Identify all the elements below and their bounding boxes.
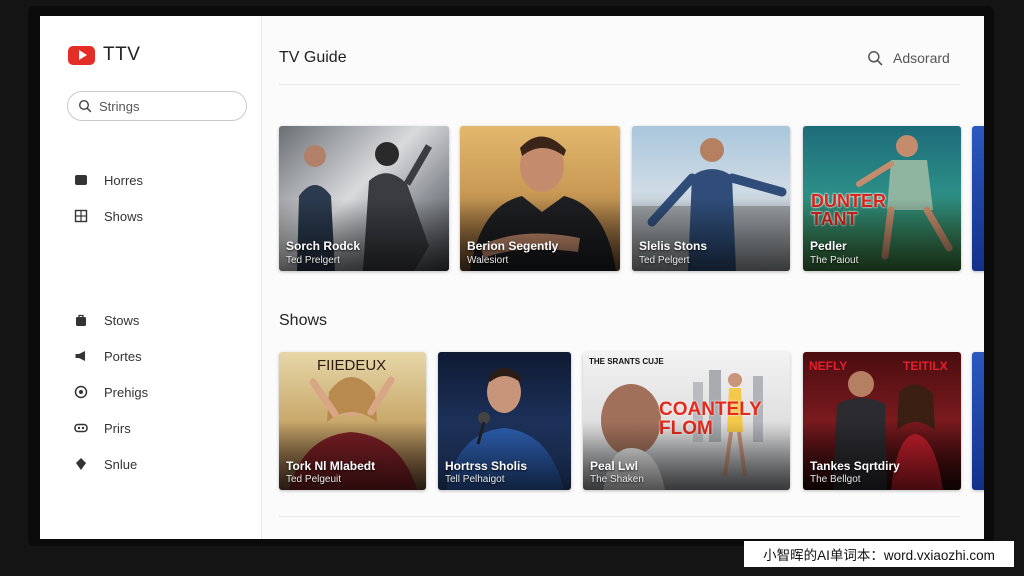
card-subtitle: Ted Prelgert [286, 255, 340, 266]
card-poster-tag: THE SRANTS CUJE [589, 357, 664, 366]
megaphone-icon [74, 349, 88, 363]
footer-divider [279, 516, 960, 517]
sidebar-item-label: Prirs [104, 420, 131, 436]
sidebar-item-label: Portes [104, 348, 142, 364]
sidebar: TTV Strings Horres Shows Stows Portes Pr… [40, 16, 262, 539]
card-subtitle: Tell Pelhaigot [445, 474, 505, 485]
gamepad-icon [74, 421, 88, 435]
bag-icon [74, 313, 88, 327]
sidebar-item-label: Snlue [104, 456, 138, 472]
sidebar-item-snlue[interactable]: Snlue [74, 454, 137, 474]
search-icon [78, 99, 92, 113]
show-card-partial[interactable] [972, 126, 984, 271]
tv-screen: TTV Strings Horres Shows Stows Portes Pr… [40, 16, 984, 539]
card-title: Berion Segently [467, 239, 559, 253]
brand[interactable]: TTV [68, 44, 140, 66]
show-card[interactable]: FIIEDEUX Tork Nl Mlabedt Ted Pelgeuit [279, 352, 426, 490]
search-icon [868, 51, 883, 66]
card-subtitle: The Shaken [590, 474, 644, 485]
pin-icon [74, 457, 88, 471]
sidebar-item-stows[interactable]: Stows [74, 310, 139, 330]
section-title-shows: Shows [279, 312, 328, 329]
sidebar-item-horres[interactable]: Horres [74, 170, 143, 190]
show-card-partial[interactable] [972, 352, 984, 490]
show-card[interactable]: DUNTER TANT Pedler The Paiout [803, 126, 961, 271]
grid-icon [74, 209, 88, 223]
show-card[interactable]: Berion Segently Walesiort [460, 126, 620, 271]
app-name: TTV [103, 44, 141, 65]
card-title: Sorch Rodck [286, 239, 361, 253]
main-content: TV Guide Adsorard Sorch Rodck Ted Prelge… [262, 16, 984, 539]
card-poster-title-secondary: TEITILX [903, 359, 948, 373]
show-card[interactable]: Sorch Rodck Ted Prelgert [279, 126, 449, 271]
sidebar-item-label: Prehigs [104, 384, 149, 400]
show-card[interactable]: THE SRANTS CUJE COANTELY FLOM Peal Lwl T… [583, 352, 790, 490]
card-subtitle: Ted Pelgeuit [286, 474, 342, 485]
card-poster-title: FIIEDEUX [317, 357, 387, 374]
card-subtitle: Walesiort [467, 255, 509, 266]
card-poster-title: NEFLY [809, 359, 848, 373]
sidebar-item-label: Shows [104, 208, 144, 224]
card-subtitle: Ted Pelgert [639, 255, 690, 266]
sidebar-search-input[interactable]: Strings [67, 91, 247, 121]
card-title: Hortrss Sholis [445, 459, 528, 473]
sidebar-item-label: Stows [104, 312, 140, 328]
sidebar-item-prirs[interactable]: Prirs [74, 418, 131, 438]
sidebar-item-portes[interactable]: Portes [74, 346, 142, 366]
sidebar-search-label: Strings [99, 98, 140, 114]
play-logo-icon [68, 45, 95, 65]
card-subtitle: The Bellgot [810, 474, 861, 485]
card-title: Pedler [810, 239, 847, 253]
card-subtitle: The Paiout [810, 255, 859, 266]
card-title: Slelis Stons [639, 239, 708, 253]
card-title: Tork Nl Mlabedt [286, 459, 376, 473]
show-card[interactable]: NEFLY TEITILX Tankes Sqrtdiry The Bellgo… [803, 352, 961, 490]
sidebar-item-prehigs[interactable]: Prehigs [74, 382, 148, 402]
show-card[interactable]: Hortrss Sholis Tell Pelhaigot [438, 352, 571, 490]
top-search-label: Adsorard [893, 50, 950, 66]
header-divider [279, 84, 960, 85]
watermark: 小智晖的AI单词本：word.vxiaozhi.com [744, 541, 1014, 567]
page-title: TV Guide [279, 49, 347, 66]
card-title: Peal Lwl [590, 459, 639, 473]
card-title: Tankes Sqrtdiry [810, 459, 900, 473]
show-card[interactable]: Slelis Stons Ted Pelgert [632, 126, 790, 271]
top-search-button[interactable]: Adsorard [867, 50, 950, 66]
settings-icon [74, 385, 88, 399]
sidebar-item-shows[interactable]: Shows [74, 206, 143, 226]
home-icon [74, 173, 88, 187]
sidebar-item-label: Horres [104, 172, 144, 188]
